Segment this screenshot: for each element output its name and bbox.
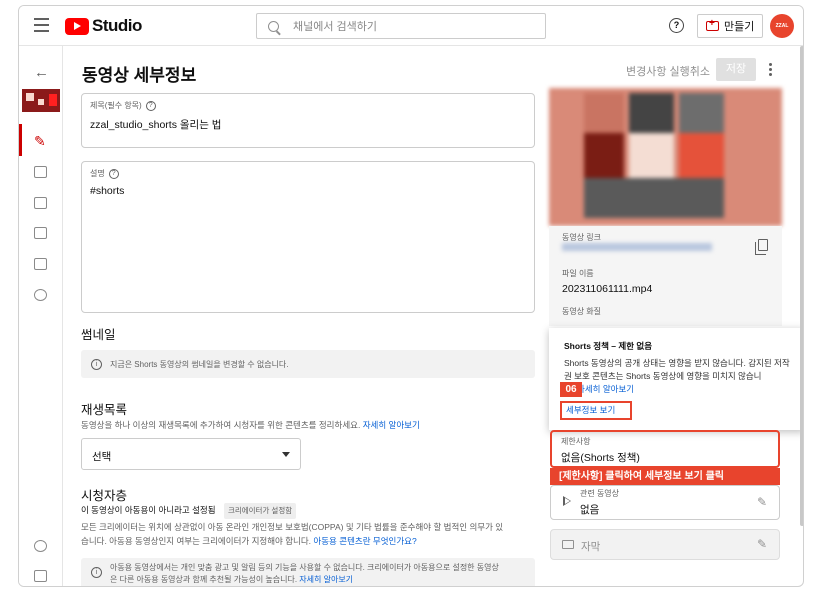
details-pencil-icon[interactable]: ✎ (34, 133, 46, 150)
audience-note-line1: 아동용 동영상에서는 개인 맞춤 광고 및 알림 등의 기능을 사용할 수 없습… (110, 563, 499, 572)
info-icon: i (91, 567, 102, 578)
dropdown-arrow-icon (282, 452, 290, 457)
audience-desc-line1: 모든 크리에이터는 위치에 상관없이 아동 온라인 개인정보 보호법(COPPA… (81, 522, 504, 532)
copyright-icon[interactable] (34, 289, 47, 301)
scrollbar[interactable] (800, 46, 803, 526)
title-field[interactable]: 제목(필수 항목) ? zzal_studio_shorts 올리는 법 (81, 93, 535, 148)
title-field-label-row: 제목(필수 항목) ? (90, 100, 526, 111)
search-placeholder: 채널에서 검색하기 (293, 21, 378, 33)
restrictions-field[interactable]: 제한사항 없음(Shorts 정책) (550, 430, 780, 468)
left-rail: ← ✎ (19, 46, 63, 586)
audience-note-line2: 은 다른 아동용 동영상과 함께 추천될 가능성이 높습니다. 자세히 알아보기 (110, 574, 499, 586)
audience-description: 모든 크리에이터는 위치에 상관없이 아동 온라인 개인정보 보호법(COPPA… (81, 520, 541, 548)
studio-logo[interactable]: Studio (65, 16, 142, 36)
audience-chip: 크리에이터가 설정함 (223, 503, 297, 519)
youtube-logo-icon (65, 17, 89, 35)
active-indicator (19, 124, 22, 156)
search-input[interactable]: 채널에서 검색하기 (256, 13, 546, 39)
description-label: 설명 (90, 169, 105, 178)
help-icon[interactable]: ? (669, 18, 684, 33)
video-thumbnail-small[interactable] (22, 89, 60, 112)
description-field[interactable]: 설명 ? #shorts (81, 161, 535, 313)
instruction-banner: [제한사항] 클릭하여 세부정보 보기 클릭 (550, 468, 780, 485)
help-circle-icon[interactable]: ? (145, 100, 156, 111)
create-video-icon (706, 18, 719, 31)
filename-label: 파일 이름 (562, 269, 594, 278)
audience-note-text: 아동용 동영상에서는 개인 맞춤 광고 및 알림 등의 기능을 사용할 수 없습… (110, 562, 499, 586)
studio-window: Studio 채널에서 검색하기 ? 만들기 ZZAL ← ✎ 동영상 세부정보 (18, 5, 804, 587)
editor-icon[interactable] (34, 197, 47, 209)
subtitles-field[interactable]: 자막 ✎ (550, 529, 780, 560)
restriction-value: 없음(Shorts 정책) (561, 452, 640, 464)
audience-desc-line2-text: 습니다. 아동용 동영상인지 여부는 크리에이터가 지정해야 합니다. (81, 536, 312, 546)
subtitles-label: 자막 (581, 541, 601, 553)
playlist-select[interactable]: 선택 (81, 438, 301, 470)
create-button[interactable]: 만들기 (697, 14, 764, 38)
audience-note-line2-text: 은 다른 아동용 동영상과 함께 추천될 가능성이 높습니다. (110, 575, 298, 584)
playlist-description: 동영상을 하나 이상의 재생목록에 추가하여 시청자를 위한 콘텐츠를 정리하세… (81, 418, 420, 432)
playlist-heading: 재생목록 (81, 403, 128, 417)
audience-heading: 시청자층 (81, 489, 128, 503)
back-arrow-icon[interactable]: ← (34, 64, 49, 81)
menu-icon[interactable] (34, 18, 49, 33)
video-info-panel: 동영상 링크 파일 이름 202311061111.mp4 동영상 화질 (549, 226, 782, 326)
popup-title: Shorts 정책 – 제한 없음 (564, 341, 653, 351)
audience-desc-line2: 습니다. 아동용 동영상인지 여부는 크리에이터가 지정해야 합니다. 아동용 … (81, 534, 541, 548)
info-icon: i (91, 358, 102, 370)
title-value: zzal_studio_shorts 올리는 법 (90, 119, 222, 131)
edit-pencil-icon[interactable]: ✎ (757, 537, 767, 551)
subtitles-icon (562, 540, 574, 549)
restriction-label: 제한사항 (561, 437, 591, 446)
related-label: 관련 동영상 (580, 489, 620, 498)
help-circle-icon[interactable]: ? (108, 168, 119, 179)
video-link-value[interactable] (562, 243, 712, 251)
view-details-button[interactable]: 세부정보 보기 (560, 401, 632, 420)
audience-status-text: 이 동영상이 아동용이 아니라고 설정됨 (81, 505, 216, 515)
popup-body: Shorts 동영상의 공개 상태는 영향을 받지 않습니다. 감지된 저작권 … (564, 358, 790, 381)
video-preview[interactable] (549, 88, 782, 226)
create-label: 만들기 (724, 21, 755, 33)
copy-icon[interactable] (755, 239, 768, 255)
title-field-label: 제목(필수 항목) (90, 101, 142, 110)
more-options-icon[interactable] (769, 63, 772, 78)
thumbnail-note-text: 지금은 Shorts 동영상의 썸네일을 변경할 수 없습니다. (110, 359, 289, 369)
video-link-label: 동영상 링크 (562, 233, 602, 242)
playlist-learn-more-link[interactable]: 자세히 알아보기 (363, 420, 420, 430)
edit-pencil-icon[interactable]: ✎ (757, 495, 767, 509)
playlist-select-value: 선택 (92, 451, 112, 463)
comments-icon[interactable] (34, 227, 47, 239)
audience-note: i 아동용 동영상에서는 개인 맞춤 광고 및 알림 등의 기능을 사용할 수 … (81, 558, 535, 586)
top-bar: Studio 채널에서 검색하기 ? 만들기 ZZAL (19, 6, 803, 46)
thumbnail-note: i 지금은 Shorts 동영상의 썸네일을 변경할 수 없습니다. (81, 350, 535, 378)
popup-learn-more-link[interactable]: 자세히 알아보기 (577, 383, 634, 395)
audience-note-link[interactable]: 자세히 알아보기 (299, 575, 353, 584)
description-value: #shorts (90, 185, 125, 197)
thumbnail-heading: 썸네일 (81, 328, 116, 342)
quality-label: 동영상 화질 (562, 307, 602, 316)
step-badge: 06 (560, 382, 582, 397)
analytics-icon[interactable] (34, 166, 47, 178)
avatar[interactable]: ZZAL (770, 14, 794, 38)
description-label-row: 설명 ? (90, 168, 526, 179)
related-video-field[interactable]: 관련 동영상 없음 ✎ (550, 485, 780, 520)
audience-status: 이 동영상이 아동용이 아니라고 설정됨 크리에이터가 설정함 (81, 503, 297, 519)
search-icon (268, 20, 279, 32)
filename-value: 202311061111.mp4 (562, 283, 653, 295)
undo-button[interactable]: 변경사항 실행취소 (626, 63, 710, 79)
logo-text: Studio (92, 16, 142, 35)
related-value: 없음 (580, 504, 600, 516)
save-button[interactable]: 저장 (716, 58, 756, 81)
page-title: 동영상 세부정보 (82, 66, 197, 85)
settings-icon[interactable] (34, 540, 47, 552)
subtitles-icon[interactable] (34, 258, 47, 270)
feedback-icon[interactable] (34, 570, 47, 582)
play-icon (563, 496, 571, 506)
playlist-desc-text: 동영상을 하나 이상의 재생목록에 추가하여 시청자를 위한 콘텐츠를 정리하세… (81, 420, 361, 430)
audience-link[interactable]: 아동용 콘텐츠란 무엇인가요? (313, 536, 416, 546)
